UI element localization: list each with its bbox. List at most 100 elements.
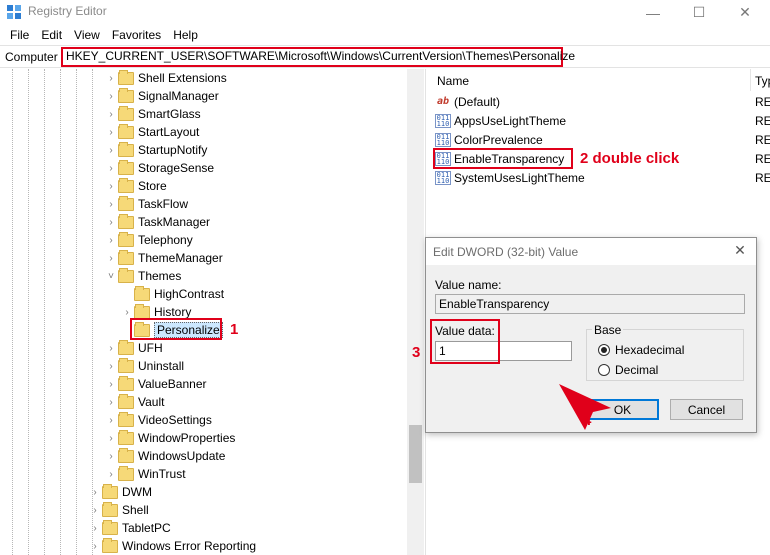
chevron-right-icon[interactable]: › bbox=[88, 505, 102, 516]
tree-node[interactable]: › TaskFlow bbox=[104, 195, 188, 213]
menu-edit[interactable]: Edit bbox=[35, 28, 68, 42]
step-3-label: 3 bbox=[412, 344, 421, 361]
tree-node[interactable]: › VideoSettings bbox=[104, 411, 212, 429]
chevron-right-icon[interactable]: › bbox=[104, 127, 118, 138]
tree-node[interactable]: › Store bbox=[104, 177, 167, 195]
column-header-name[interactable]: Name bbox=[437, 74, 469, 88]
radio-decimal[interactable]: Decimal bbox=[598, 363, 658, 377]
minimize-button[interactable]: — bbox=[630, 0, 676, 25]
highlight-value-data bbox=[430, 319, 500, 364]
chevron-right-icon[interactable]: › bbox=[104, 343, 118, 354]
chevron-right-icon[interactable]: › bbox=[104, 397, 118, 408]
value-row[interactable]: 011 110 SystemUsesLightTheme bbox=[435, 169, 585, 187]
chevron-right-icon[interactable]: › bbox=[104, 163, 118, 174]
chevron-right-icon[interactable]: › bbox=[104, 379, 118, 390]
chevron-down-icon[interactable]: ˅ bbox=[104, 271, 118, 282]
tree-node[interactable]: › StartLayout bbox=[104, 123, 199, 141]
tree-node[interactable]: › StorageSense bbox=[104, 159, 214, 177]
tree-scrollbar-thumb[interactable] bbox=[409, 425, 422, 483]
tree-node[interactable]: › WindowsUpdate bbox=[104, 447, 225, 465]
column-header-type[interactable]: Typ bbox=[755, 74, 770, 88]
tree-node[interactable]: › Telephony bbox=[104, 231, 193, 249]
value-row[interactable]: 011 110 ColorPrevalence bbox=[435, 131, 543, 149]
tree-node-label: DWM bbox=[122, 485, 152, 499]
chevron-right-icon[interactable]: › bbox=[120, 307, 134, 318]
tree-node[interactable]: HighContrast bbox=[120, 285, 224, 303]
chevron-right-icon[interactable]: › bbox=[88, 487, 102, 498]
menu-favorites[interactable]: Favorites bbox=[106, 28, 167, 42]
tree-node[interactable]: › TaskManager bbox=[104, 213, 210, 231]
tree-node[interactable]: › Uninstall bbox=[104, 357, 184, 375]
value-name: SystemUsesLightTheme bbox=[454, 171, 585, 185]
base-label: Base bbox=[592, 323, 624, 337]
chevron-right-icon[interactable]: › bbox=[88, 541, 102, 552]
list-header: Name Typ bbox=[431, 69, 770, 91]
radio-decimal-label: Decimal bbox=[615, 363, 659, 377]
chevron-right-icon[interactable]: › bbox=[104, 181, 118, 192]
folder-icon bbox=[102, 537, 118, 553]
chevron-right-icon[interactable]: › bbox=[104, 433, 118, 444]
chevron-right-icon[interactable]: › bbox=[104, 217, 118, 228]
folder-icon bbox=[118, 429, 134, 445]
tree-node[interactable]: › DWM bbox=[88, 483, 152, 501]
dialog-close-icon[interactable]: ✕ bbox=[730, 242, 750, 260]
value-row[interactable]: 011 110 AppsUseLightTheme bbox=[435, 112, 566, 130]
chevron-right-icon[interactable]: › bbox=[104, 73, 118, 84]
tree-node[interactable]: › ValueBanner bbox=[104, 375, 207, 393]
menu-file[interactable]: File bbox=[4, 28, 35, 42]
address-path-input[interactable]: HKEY_CURRENT_USER\SOFTWARE\Microsoft\Win… bbox=[61, 47, 575, 67]
tree-node[interactable]: ˅ Themes bbox=[104, 267, 181, 285]
folder-icon bbox=[118, 249, 134, 265]
key-tree[interactable]: › Shell Extensions › SignalManager › SmartGla… bbox=[0, 69, 425, 555]
folder-icon bbox=[118, 375, 134, 391]
tree-node[interactable]: › StartupNotify bbox=[104, 141, 207, 159]
folder-icon bbox=[118, 177, 134, 193]
chevron-right-icon[interactable]: › bbox=[104, 91, 118, 102]
chevron-right-icon[interactable]: › bbox=[104, 253, 118, 264]
radio-hexadecimal[interactable]: Hexadecimal bbox=[598, 343, 684, 357]
tree-node-label: Shell Extensions bbox=[138, 71, 227, 85]
tree-node[interactable]: › WinTrust bbox=[104, 465, 186, 483]
tree-node[interactable]: › Windows Error Reporting bbox=[88, 537, 256, 555]
tree-node-label: StartLayout bbox=[138, 125, 200, 139]
value-name-field: EnableTransparency bbox=[435, 294, 745, 314]
column-separator[interactable] bbox=[750, 69, 751, 91]
value-row[interactable]: ab (Default) bbox=[435, 93, 500, 111]
chevron-right-icon[interactable]: › bbox=[104, 109, 118, 120]
folder-icon bbox=[102, 501, 118, 517]
tree-node-label: Vault bbox=[138, 395, 165, 409]
tree-node[interactable]: › TabletPC bbox=[88, 519, 171, 537]
tree-node[interactable]: › Vault bbox=[104, 393, 164, 411]
chevron-right-icon[interactable]: › bbox=[104, 361, 118, 372]
tree-node[interactable]: › ThemeManager bbox=[104, 249, 223, 267]
tree-node-label: TabletPC bbox=[122, 521, 171, 535]
chevron-right-icon[interactable]: › bbox=[104, 199, 118, 210]
tree-node[interactable]: › SmartGlass bbox=[104, 105, 201, 123]
cancel-button[interactable]: Cancel bbox=[670, 399, 743, 420]
chevron-right-icon[interactable]: › bbox=[104, 451, 118, 462]
chevron-right-icon[interactable]: › bbox=[104, 415, 118, 426]
string-value-icon: ab bbox=[435, 95, 451, 109]
tree-node-label: Uninstall bbox=[138, 359, 185, 373]
tree-node[interactable]: › WindowProperties bbox=[104, 429, 235, 447]
menu-view[interactable]: View bbox=[68, 28, 106, 42]
chevron-right-icon[interactable]: › bbox=[88, 523, 102, 534]
radio-decimal-circle[interactable] bbox=[598, 364, 610, 376]
folder-icon bbox=[118, 141, 134, 157]
tree-node[interactable]: › Shell bbox=[88, 501, 149, 519]
menu-help[interactable]: Help bbox=[167, 28, 204, 42]
maximize-button[interactable]: ☐ bbox=[676, 0, 722, 25]
folder-icon bbox=[118, 357, 134, 373]
tree-node-label: UFH bbox=[138, 341, 163, 355]
chevron-right-icon[interactable]: › bbox=[104, 235, 118, 246]
tree-node[interactable]: › Shell Extensions bbox=[104, 69, 227, 87]
value-type: RE bbox=[755, 95, 770, 109]
close-button[interactable]: ✕ bbox=[722, 0, 768, 25]
radio-hexadecimal-circle[interactable] bbox=[598, 344, 610, 356]
tree-node-label: Shell bbox=[122, 503, 149, 517]
tree-node[interactable]: › SignalManager bbox=[104, 87, 219, 105]
chevron-right-icon[interactable]: › bbox=[104, 469, 118, 480]
highlight-enabletransparency bbox=[433, 148, 573, 169]
tree-node[interactable]: › UFH bbox=[104, 339, 163, 357]
chevron-right-icon[interactable]: › bbox=[104, 145, 118, 156]
